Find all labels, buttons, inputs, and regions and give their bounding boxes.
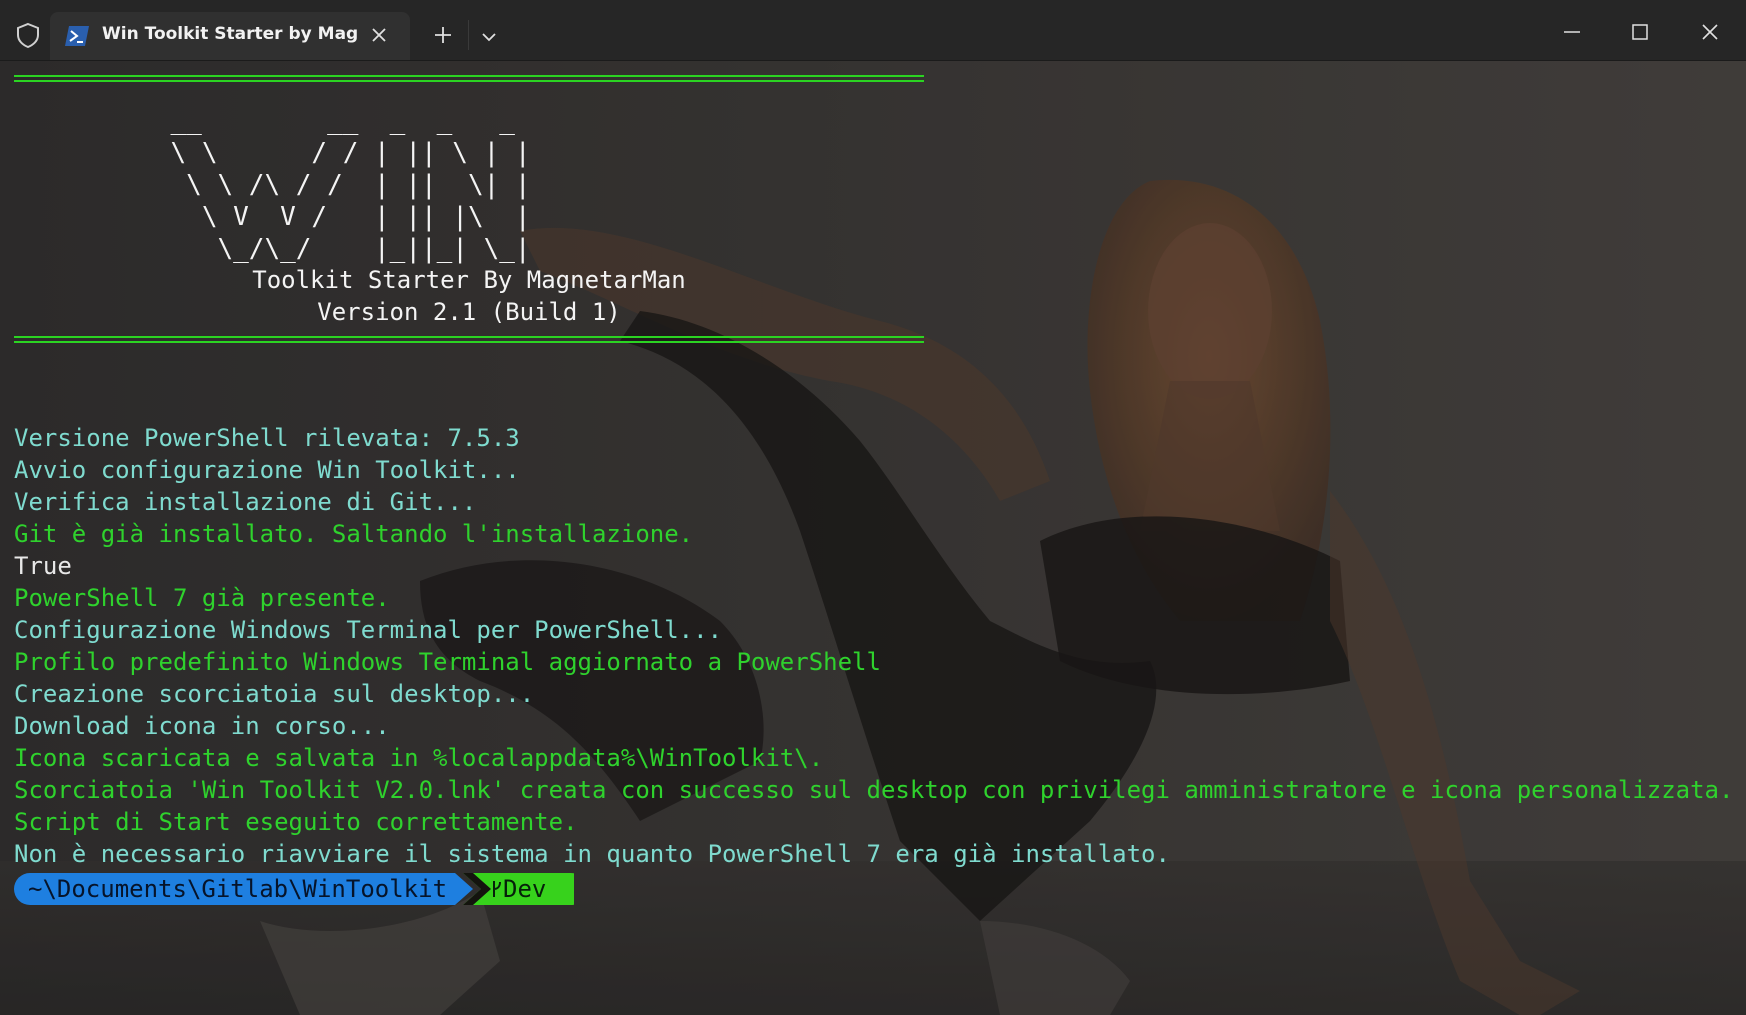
log-line: Download icona in corso... (14, 712, 390, 740)
prompt-branch: Dev (503, 875, 547, 903)
prompt-path: ~\Documents\Gitlab\WinToolkit (28, 875, 448, 903)
shell-prompt[interactable]: ~\Documents\Gitlab\WinToolkit Dev (14, 873, 574, 905)
log-line: Icona scaricata e salvata in %localappda… (14, 744, 824, 772)
chevron-down-icon[interactable] (476, 24, 502, 50)
log-line: Creazione scorciatoia sul desktop... (14, 680, 535, 708)
banner-bottom-rule (14, 336, 924, 343)
maximize-icon[interactable] (1620, 16, 1660, 48)
log-line: Git è già installato. Saltando l'install… (14, 520, 694, 548)
log-line: Avvio configurazione Win Toolkit... (14, 456, 520, 484)
log-line: Verifica installazione di Git... (14, 488, 477, 516)
log-line: Non è necessario riavviare il sistema in… (14, 840, 1170, 868)
ascii-banner: __ __ _ _ _ \ \ / / | || \ | | \ \ /\ / … (14, 106, 531, 264)
plus-icon[interactable] (430, 22, 456, 48)
log-line: Script di Start eseguito correttamente. (14, 808, 578, 836)
powershell-icon (65, 26, 89, 46)
git-branch-icon (493, 881, 501, 897)
log-line: Configurazione Windows Terminal per Powe… (14, 616, 723, 644)
title-bar[interactable]: Win Toolkit Starter by MagnetarMan (0, 0, 1746, 61)
shield-icon (17, 22, 39, 49)
banner-subtitle: Toolkit Starter By MagnetarMan (252, 266, 686, 294)
log-line: Scorciatoia 'Win Toolkit V2.0.lnk' creat… (14, 776, 1734, 804)
log-line: Profilo predefinito Windows Terminal agg… (14, 648, 881, 676)
log-line: PowerShell 7 già presente. (14, 584, 390, 612)
log-line: True (14, 552, 72, 580)
banner-version: Version 2.1 (Build 1) (317, 298, 621, 326)
tab-title: Win Toolkit Starter by MagnetarMan (102, 24, 358, 44)
banner-top-rule (14, 75, 924, 82)
minimize-icon[interactable] (1552, 16, 1592, 48)
tab-separator (468, 20, 469, 50)
terminal-window: Win Toolkit Starter by MagnetarMan (0, 0, 1746, 1015)
tab-win-toolkit[interactable]: Win Toolkit Starter by MagnetarMan (50, 12, 410, 60)
close-icon[interactable] (366, 22, 392, 48)
log-output: Versione PowerShell rilevata: 7.5.3 Avvi… (14, 422, 1734, 870)
log-line: Versione PowerShell rilevata: 7.5.3 (14, 424, 520, 452)
close-icon[interactable] (1690, 16, 1730, 48)
terminal-pane[interactable]: __ __ _ _ _ \ \ / / | || \ | | \ \ /\ / … (0, 61, 1746, 1015)
